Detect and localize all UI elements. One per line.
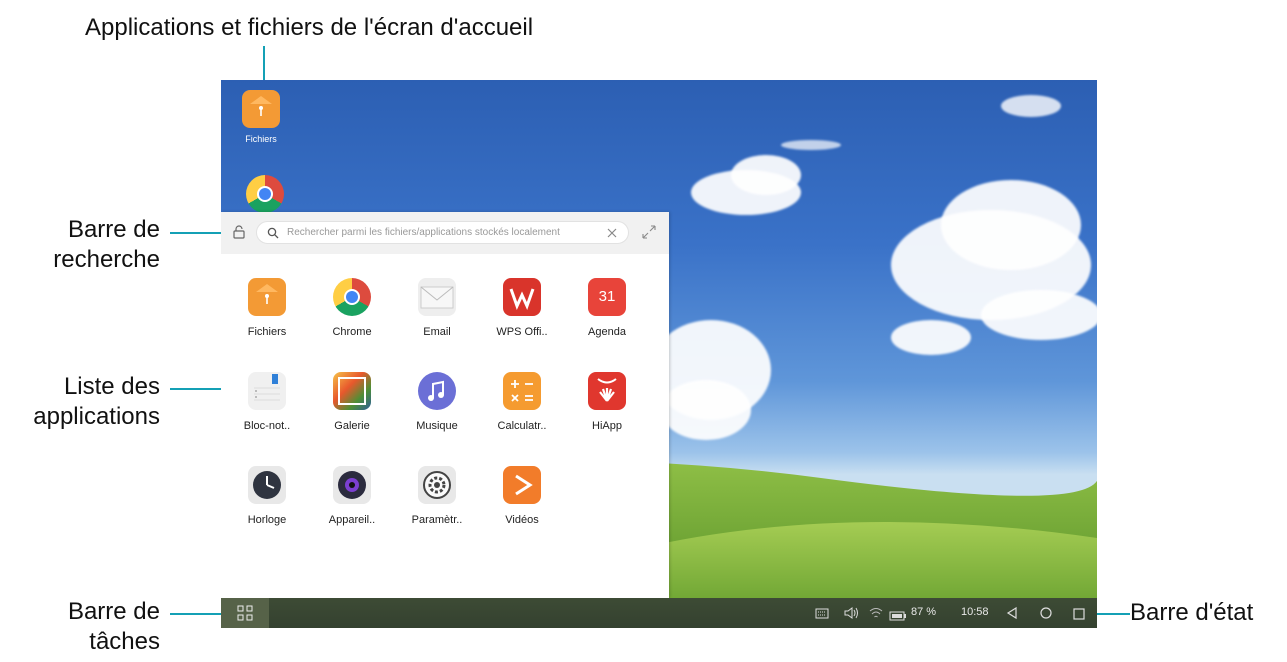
hiapp-icon	[588, 372, 626, 410]
callout-search-bar: Barre de recherche	[0, 215, 160, 275]
app-label: Paramètr..	[411, 514, 463, 526]
wallpaper-cloud	[981, 290, 1097, 340]
app-notepad[interactable]: Bloc-not..	[229, 372, 305, 432]
app-wps-office[interactable]: WPS Offi..	[484, 278, 560, 338]
music-icon	[418, 372, 456, 410]
app-label: Calculatr..	[497, 420, 547, 432]
calendar-day-badge: 31	[598, 288, 616, 305]
taskbar: 87 % 10:58	[221, 598, 1097, 628]
files-icon	[248, 278, 286, 316]
callout-taskbar-line2: tâches	[89, 628, 160, 655]
search-icon	[267, 226, 279, 244]
app-music[interactable]: Musique	[399, 372, 475, 432]
files-icon	[242, 90, 280, 128]
gallery-icon	[333, 372, 371, 410]
wallpaper-cloud	[731, 155, 801, 195]
clock-icon	[248, 466, 286, 504]
wallpaper-cloud	[1001, 95, 1061, 117]
app-label: HiApp	[592, 420, 622, 432]
app-settings[interactable]: Paramètr..	[399, 466, 475, 526]
app-gallery[interactable]: Galerie	[314, 372, 390, 432]
callout-app-list-line1: Liste des	[63, 373, 160, 400]
notepad-icon	[248, 372, 286, 410]
search-bar	[221, 212, 669, 254]
back-icon[interactable]	[1005, 606, 1019, 625]
app-label: Appareil..	[328, 514, 376, 526]
callout-status-bar: Barre d'état	[1130, 599, 1254, 626]
app-label: Horloge	[247, 514, 287, 526]
app-label: Galerie	[334, 420, 370, 432]
camera-icon	[333, 466, 371, 504]
app-label: Musique	[416, 420, 458, 432]
app-files[interactable]: Fichiers	[229, 278, 305, 338]
app-label: WPS Offi..	[496, 326, 548, 338]
app-drawer-icon	[237, 605, 253, 621]
device-screen: Fichiers Rechercher parmi les fichiers/a…	[221, 80, 1097, 628]
callout-taskbar: Barre de tâches	[0, 597, 160, 657]
home-icon[interactable]	[1039, 606, 1053, 625]
app-camera[interactable]: Appareil..	[314, 466, 390, 526]
app-launcher-panel: Fichiers Chrome Email WPS Offi.. 31 Agen…	[221, 212, 669, 598]
callout-home-apps: Applications et fichiers de l'écran d'ac…	[85, 14, 534, 41]
desktop-icon-label: Fichiers	[245, 134, 277, 144]
lock-icon[interactable]	[231, 224, 247, 240]
callout-search-bar-line2: recherche	[53, 246, 160, 273]
chrome-icon	[333, 278, 371, 316]
email-icon	[418, 278, 456, 316]
recents-icon[interactable]	[1073, 607, 1085, 625]
callout-search-bar-line1: Barre de	[67, 216, 160, 243]
app-hiapp[interactable]: HiApp	[569, 372, 645, 432]
desktop-icon-chrome[interactable]	[235, 175, 295, 213]
app-calculator[interactable]: Calculatr..	[484, 372, 560, 432]
app-label: Vidéos	[505, 514, 539, 526]
callout-taskbar-line1: Barre de	[67, 598, 160, 625]
wallpaper-cloud	[891, 320, 971, 355]
keyboard-icon[interactable]	[815, 607, 829, 625]
calculator-icon	[503, 372, 541, 410]
app-label: Bloc-not..	[243, 420, 291, 432]
volume-icon[interactable]	[843, 606, 859, 625]
settings-icon	[418, 466, 456, 504]
wallpaper-cloud	[941, 180, 1081, 270]
expand-icon[interactable]	[641, 224, 657, 245]
desktop-icon-files[interactable]: Fichiers	[231, 90, 291, 144]
app-drawer-button[interactable]	[221, 598, 269, 628]
app-agenda[interactable]: 31 Agenda	[569, 278, 645, 338]
app-chrome[interactable]: Chrome	[314, 278, 390, 338]
battery-icon	[889, 608, 907, 626]
calendar-icon: 31	[588, 278, 626, 316]
clear-search-icon[interactable]	[606, 226, 618, 244]
app-clock[interactable]: Horloge	[229, 466, 305, 526]
search-field[interactable]	[256, 221, 629, 244]
callout-app-list-line2: applications	[33, 403, 160, 430]
app-label: Email	[423, 326, 451, 338]
chrome-icon	[246, 175, 284, 213]
wallpaper-cloud	[781, 140, 841, 150]
battery-percentage: 87 %	[911, 606, 937, 618]
app-email[interactable]: Email	[399, 278, 475, 338]
search-input[interactable]	[287, 224, 587, 241]
callout-app-list: Liste des applications	[0, 372, 160, 432]
app-videos[interactable]: Vidéos	[484, 466, 560, 526]
wifi-icon[interactable]	[869, 606, 883, 625]
app-label: Fichiers	[247, 326, 287, 338]
wps-office-icon	[503, 278, 541, 316]
clock-time: 10:58	[961, 606, 989, 618]
app-label: Chrome	[332, 326, 372, 338]
app-label: Agenda	[588, 326, 626, 338]
videos-icon	[503, 466, 541, 504]
